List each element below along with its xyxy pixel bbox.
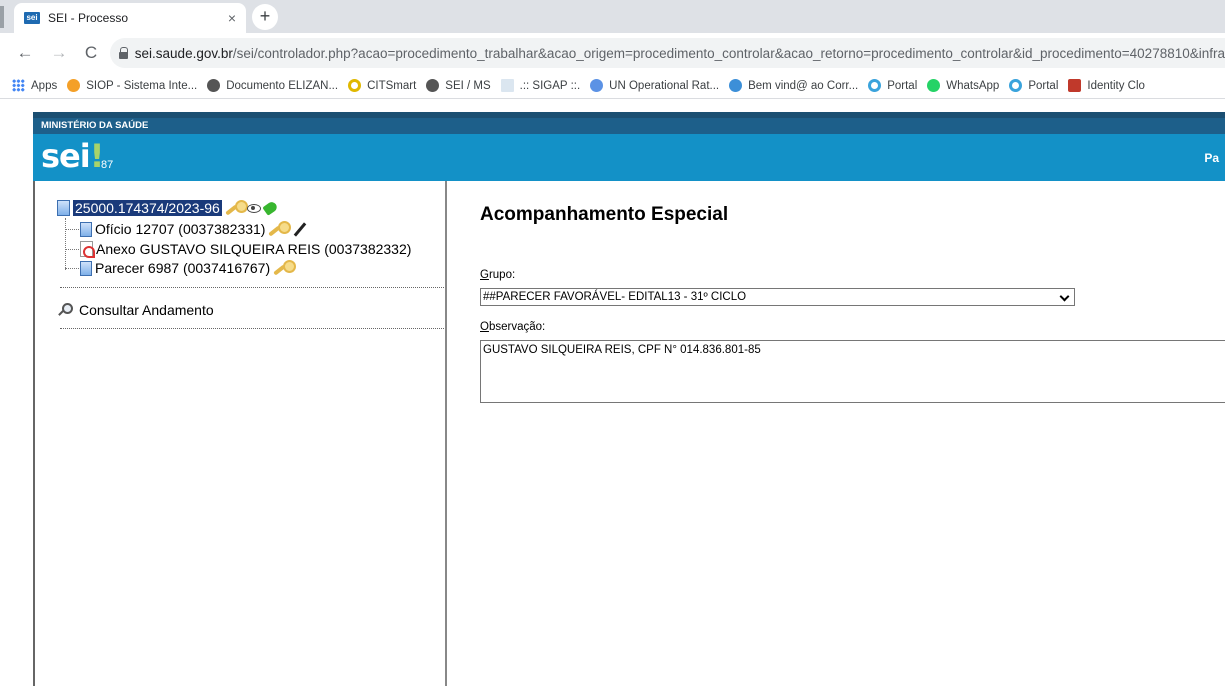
bookmark-siop[interactable]: SIOP - Sistema Inte...: [67, 79, 197, 92]
key-icon[interactable]: [225, 200, 248, 216]
url-path: /sei/controlador.php?acao=procedimento_t…: [232, 45, 1225, 61]
tab-title: SEI - Processo: [48, 11, 129, 25]
page-title: Acompanhamento Especial: [480, 204, 729, 225]
lock-icon[interactable]: [118, 47, 128, 59]
browser-tabstrip: sei SEI - Processo × +: [0, 0, 1225, 33]
tree-branch: [65, 267, 79, 269]
globe-icon: [207, 79, 221, 92]
tab-edge: [0, 6, 4, 28]
bookmark-label: Portal: [1028, 79, 1059, 92]
reload-icon[interactable]: C: [80, 42, 102, 64]
process-tree-panel: 25000.174374/2023-96 Ofício 12707 (00373…: [33, 181, 447, 686]
citsmart-icon: [348, 79, 362, 92]
cube-icon: [1068, 79, 1082, 92]
bookmark-sigap[interactable]: .:: SIGAP ::.: [500, 79, 581, 92]
tree-item-parecer[interactable]: Parecer 6987 (0037416767): [65, 260, 297, 276]
divider: [60, 328, 444, 329]
chevron-down-icon[interactable]: [1059, 291, 1070, 302]
divider: [60, 287, 444, 288]
consultar-andamento-label: Consultar Andamento: [79, 302, 214, 318]
bookmark-label: Apps: [31, 79, 58, 92]
pdf-icon: [80, 241, 95, 258]
document-icon: [80, 221, 92, 237]
bookmark-bem-vindo[interactable]: Bem vind@ ao Corr...: [729, 79, 858, 92]
grupo-label-accesskey: G: [480, 269, 489, 281]
sei-version: 87: [101, 159, 114, 171]
forward-arrow-icon[interactable]: →: [48, 42, 70, 64]
bookmark-apps[interactable]: Apps: [0, 79, 57, 92]
new-tab-button[interactable]: +: [252, 4, 278, 30]
close-tab-icon[interactable]: ×: [228, 10, 236, 26]
siop-icon: [67, 79, 81, 92]
tree-item-label[interactable]: Ofício 12707 (0037382331): [95, 221, 265, 237]
bookmark-sei-ms[interactable]: SEI / MS: [426, 79, 491, 92]
observacao-label-text: bservação:: [488, 321, 546, 333]
sei-header: sei! 87 Pa: [33, 134, 1225, 181]
bookmark-label: CITSmart: [367, 79, 417, 92]
tag-icon[interactable]: [262, 200, 279, 216]
bookmark-label: SIOP - Sistema Inte...: [86, 79, 198, 92]
grupo-selected-value: ##PARECER FAVORÁVEL- EDITAL13 - 31º CICL…: [483, 291, 747, 303]
bookmark-whatsapp[interactable]: WhatsApp: [927, 79, 999, 92]
key-icon[interactable]: [268, 221, 292, 237]
tree-branch: [65, 248, 79, 250]
eye-icon[interactable]: [246, 203, 261, 213]
process-root-node[interactable]: 25000.174374/2023-96: [57, 200, 279, 216]
process-number[interactable]: 25000.174374/2023-96: [73, 200, 222, 216]
back-arrow-icon[interactable]: ←: [14, 42, 36, 64]
page-icon: [500, 79, 514, 92]
sei-logo[interactable]: sei!: [41, 137, 104, 175]
consultar-andamento-link[interactable]: Consultar Andamento: [57, 302, 214, 318]
header-right-link[interactable]: Pa: [1204, 151, 1219, 165]
key-icon[interactable]: [273, 260, 297, 276]
tree-item-label[interactable]: Anexo GUSTAVO SILQUEIRA REIS (0037382332…: [96, 241, 411, 257]
browser-tab-sei-processo[interactable]: sei SEI - Processo ×: [14, 3, 246, 33]
grupo-select[interactable]: ##PARECER FAVORÁVEL- EDITAL13 - 31º CICL…: [480, 288, 1075, 306]
pen-icon[interactable]: [294, 221, 307, 237]
observacao-textarea[interactable]: GUSTAVO SILQUEIRA REIS, CPF N° 014.836.8…: [480, 340, 1225, 403]
portal-icon: [868, 79, 882, 92]
portal-icon: [1009, 79, 1023, 92]
sei-favicon-icon: sei: [24, 12, 40, 24]
whatsapp-icon: [927, 79, 941, 92]
tree-item-label[interactable]: Parecer 6987 (0037416767): [95, 260, 270, 276]
main-content: Acompanhamento Especial Grupo: ##PARECER…: [449, 181, 1225, 686]
bookmark-documento[interactable]: Documento ELIZAN...: [207, 79, 338, 92]
un-icon: [590, 79, 604, 92]
bookmark-label: Bem vind@ ao Corr...: [748, 79, 859, 92]
apps-grid-icon: [12, 79, 25, 92]
bookmark-label: Identity Clo: [1087, 79, 1145, 92]
bookmark-un-operational[interactable]: UN Operational Rat...: [590, 79, 719, 92]
bookmark-label: .:: SIGAP ::.: [519, 79, 581, 92]
document-icon: [80, 260, 92, 276]
bookmark-identity-cloud[interactable]: Identity Clo: [1068, 79, 1145, 92]
bookmark-citsmart[interactable]: CITSmart: [348, 79, 416, 92]
globe-icon: [729, 79, 743, 92]
bookmark-label: SEI / MS: [445, 79, 491, 92]
bookmark-label: Portal: [887, 79, 918, 92]
bookmark-portal-2[interactable]: Portal: [1009, 79, 1058, 92]
process-folder-icon: [57, 200, 70, 216]
sei-logo-text: sei: [41, 137, 91, 175]
grupo-label-text: rupo:: [488, 269, 516, 281]
tree-item-anexo[interactable]: Anexo GUSTAVO SILQUEIRA REIS (0037382332…: [65, 241, 411, 258]
ministry-name: MINISTÉRIO DA SAÚDE: [33, 118, 1225, 134]
url-host: sei.saude.gov.br: [134, 45, 233, 61]
bookmark-portal[interactable]: Portal: [868, 79, 917, 92]
magnifier-icon: [57, 302, 73, 318]
observacao-label-accesskey: O: [480, 321, 489, 333]
bookmark-label: Documento ELIZAN...: [226, 79, 339, 92]
browser-toolbar: ← → C sei.saude.gov.br/sei/controlador.p…: [0, 33, 1225, 73]
observacao-label: Observação:: [480, 321, 545, 333]
bookmark-label: UN Operational Rat...: [609, 79, 720, 92]
url-text[interactable]: sei.saude.gov.br/sei/controlador.php?aca…: [135, 46, 1225, 61]
globe-icon: [426, 79, 440, 92]
bookmarks-bar: Apps SIOP - Sistema Inte... Documento EL…: [0, 73, 1225, 99]
tree-item-oficio[interactable]: Ofício 12707 (0037382331): [65, 221, 308, 237]
address-bar[interactable]: sei.saude.gov.br/sei/controlador.php?aca…: [110, 38, 1225, 68]
grupo-label: Grupo:: [480, 269, 515, 281]
bookmark-label: WhatsApp: [946, 79, 1000, 92]
tree-branch: [65, 228, 79, 230]
